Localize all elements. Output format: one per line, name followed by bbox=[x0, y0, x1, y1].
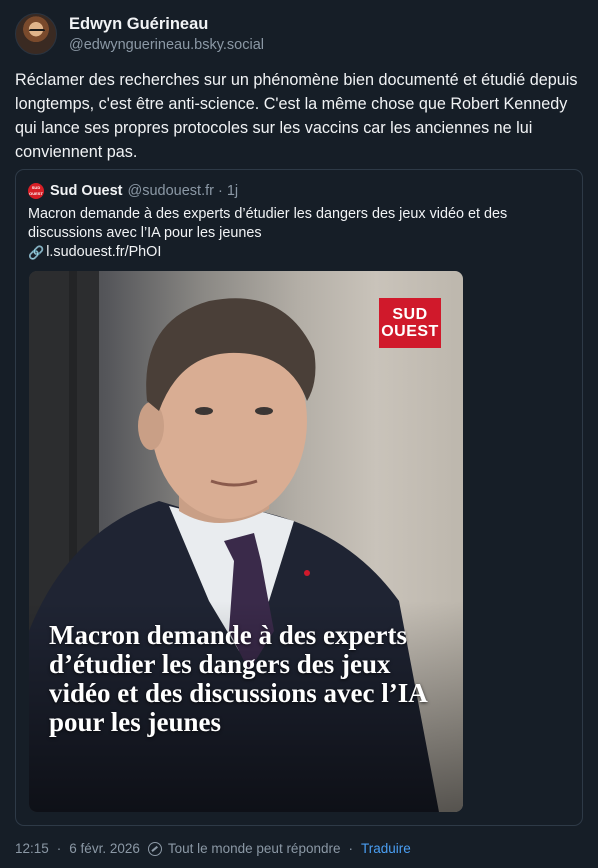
quoted-link-row: 🔗 l.sudouest.fr/PhOI bbox=[28, 243, 573, 262]
left-eye bbox=[195, 407, 213, 415]
post-header: Edwyn Guérineau @edwynguerineau.bsky.soc… bbox=[15, 13, 264, 55]
quoted-image[interactable]: SUD OUEST Macron demande à des experts d… bbox=[29, 271, 463, 812]
logo-line-2: OUEST bbox=[381, 323, 439, 340]
quoted-avatar-text: SUD OUEST bbox=[29, 185, 43, 196]
post-meta: 12:15 · 6 févr. 2026 Tout le monde peut … bbox=[15, 840, 411, 858]
quoted-post-header: SUD OUEST Sud Ouest @sudouest.fr · 1j bbox=[28, 182, 238, 200]
quoted-text-body: Macron demande à des experts d’étudier l… bbox=[28, 206, 508, 241]
reply-restriction-icon bbox=[147, 842, 162, 856]
quoted-post[interactable]: SUD OUEST Sud Ouest @sudouest.fr · 1j Ma… bbox=[15, 169, 583, 826]
post-time: 12:15 bbox=[15, 841, 49, 856]
translate-link[interactable]: Traduire bbox=[361, 840, 411, 858]
author-names: Edwyn Guérineau @edwynguerineau.bsky.soc… bbox=[69, 13, 264, 55]
author-display-name[interactable]: Edwyn Guérineau bbox=[69, 13, 264, 35]
author-handle[interactable]: @edwynguerineau.bsky.social bbox=[69, 35, 264, 55]
avatar-glasses bbox=[29, 29, 45, 34]
meta-separator: · bbox=[56, 841, 62, 856]
quoted-author-name[interactable]: Sud Ouest bbox=[50, 182, 123, 200]
quoted-time[interactable]: 1j bbox=[227, 182, 238, 200]
post: Edwyn Guérineau @edwynguerineau.bsky.soc… bbox=[0, 0, 598, 868]
quoted-link[interactable]: l.sudouest.fr/PhOI bbox=[46, 243, 161, 262]
sud-ouest-logo: SUD OUEST bbox=[379, 298, 441, 348]
meta-separator-2: · bbox=[348, 841, 353, 856]
post-text: Réclamer des recherches sur un phénomène… bbox=[15, 71, 578, 161]
right-eye bbox=[255, 407, 273, 415]
link-icon: 🔗 bbox=[28, 245, 45, 260]
quoted-text: Macron demande à des experts d’étudier l… bbox=[28, 205, 573, 262]
quoted-author-handle[interactable]: @sudouest.fr bbox=[128, 182, 214, 200]
quoted-avatar[interactable]: SUD OUEST bbox=[28, 183, 44, 199]
lapel-pin bbox=[304, 570, 310, 576]
ear bbox=[138, 402, 164, 450]
post-date: 6 févr. 2026 bbox=[69, 841, 140, 856]
image-headline: Macron demande à des experts d’étudier l… bbox=[49, 620, 427, 737]
avatar[interactable] bbox=[15, 13, 57, 55]
reply-setting[interactable]: Tout le monde peut répondre bbox=[168, 840, 341, 858]
logo-line-1: SUD bbox=[392, 306, 428, 323]
quoted-separator: · bbox=[217, 183, 223, 199]
